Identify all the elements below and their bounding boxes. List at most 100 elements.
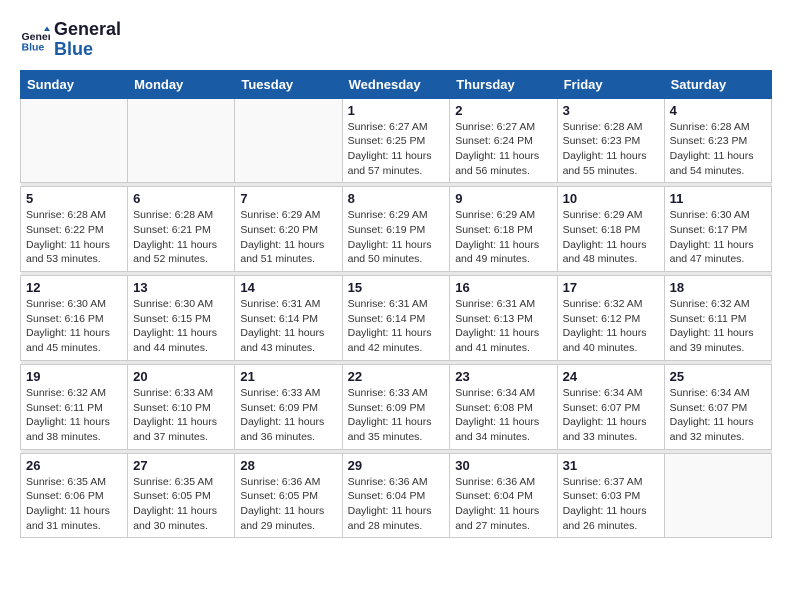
day-info: Sunrise: 6:32 AM Sunset: 6:11 PM Dayligh… [26,386,122,445]
calendar-cell: 8 Sunrise: 6:29 AM Sunset: 6:19 PM Daylig… [342,187,450,272]
day-number: 9 [455,191,551,206]
svg-text:Blue: Blue [22,41,45,53]
header-sunday: Sunday [21,70,128,98]
day-number: 31 [563,458,659,473]
day-info: Sunrise: 6:29 AM Sunset: 6:19 PM Dayligh… [348,208,445,267]
day-info: Sunrise: 6:33 AM Sunset: 6:09 PM Dayligh… [348,386,445,445]
day-info: Sunrise: 6:36 AM Sunset: 6:04 PM Dayligh… [455,475,551,534]
calendar-cell: 23 Sunrise: 6:34 AM Sunset: 6:08 PM Dayli… [450,364,557,449]
day-info: Sunrise: 6:37 AM Sunset: 6:03 PM Dayligh… [563,475,659,534]
day-number: 23 [455,369,551,384]
calendar-cell: 2 Sunrise: 6:27 AM Sunset: 6:24 PM Daylig… [450,98,557,183]
calendar-cell: 30 Sunrise: 6:36 AM Sunset: 6:04 PM Dayli… [450,453,557,538]
header-monday: Monday [128,70,235,98]
calendar-cell: 20Sunrise: 6:33 AM Sunset: 6:10 PM Dayli… [128,364,235,449]
day-number: 25 [670,369,766,384]
day-info: Sunrise: 6:29 AM Sunset: 6:18 PM Dayligh… [563,208,659,267]
calendar-cell: 10 Sunrise: 6:29 AM Sunset: 6:18 PM Dayli… [557,187,664,272]
calendar-cell: 5 Sunrise: 6:28 AM Sunset: 6:22 PM Daylig… [21,187,128,272]
calendar-cell: 19 Sunrise: 6:32 AM Sunset: 6:11 PM Dayli… [21,364,128,449]
day-number: 11 [670,191,766,206]
calendar-week-1: 1 Sunrise: 6:27 AM Sunset: 6:25 PM Daylig… [21,98,772,183]
calendar-cell: 22 Sunrise: 6:33 AM Sunset: 6:09 PM Dayli… [342,364,450,449]
day-number: 30 [455,458,551,473]
day-number: 10 [563,191,659,206]
calendar: SundayMondayTuesdayWednesdayThursdayFrid… [20,70,772,539]
calendar-cell: 24 Sunrise: 6:34 AM Sunset: 6:07 PM Dayli… [557,364,664,449]
calendar-cell: 27 Sunrise: 6:35 AM Sunset: 6:05 PM Dayli… [128,453,235,538]
day-info: Sunrise: 6:31 AM Sunset: 6:13 PM Dayligh… [455,297,551,356]
day-number: 8 [348,191,445,206]
calendar-cell: 25Sunrise: 6:34 AM Sunset: 6:07 PM Dayli… [664,364,771,449]
day-info: Sunrise: 6:28 AM Sunset: 6:22 PM Dayligh… [26,208,122,267]
day-number: 4 [670,103,766,118]
day-number: 21 [240,369,336,384]
day-info: Sunrise: 6:28 AM Sunset: 6:23 PM Dayligh… [670,120,766,179]
calendar-cell: 26Sunrise: 6:35 AM Sunset: 6:06 PM Dayli… [21,453,128,538]
day-number: 5 [26,191,122,206]
day-info: Sunrise: 6:32 AM Sunset: 6:11 PM Dayligh… [670,297,766,356]
day-info: Sunrise: 6:30 AM Sunset: 6:17 PM Dayligh… [670,208,766,267]
logo-line1: General [54,19,121,39]
calendar-cell: 17Sunrise: 6:32 AM Sunset: 6:12 PM Dayli… [557,276,664,361]
day-info: Sunrise: 6:31 AM Sunset: 6:14 PM Dayligh… [240,297,336,356]
day-info: Sunrise: 6:35 AM Sunset: 6:06 PM Dayligh… [26,475,122,534]
header-thursday: Thursday [450,70,557,98]
header: General Blue General Blue [20,20,772,60]
day-number: 7 [240,191,336,206]
day-number: 17 [563,280,659,295]
day-info: Sunrise: 6:29 AM Sunset: 6:18 PM Dayligh… [455,208,551,267]
day-number: 12 [26,280,122,295]
day-info: Sunrise: 6:28 AM Sunset: 6:21 PM Dayligh… [133,208,229,267]
calendar-cell: 28Sunrise: 6:36 AM Sunset: 6:05 PM Dayli… [235,453,342,538]
calendar-week-4: 19 Sunrise: 6:32 AM Sunset: 6:11 PM Dayli… [21,364,772,449]
calendar-cell [128,98,235,183]
day-number: 24 [563,369,659,384]
day-number: 20 [133,369,229,384]
day-info: Sunrise: 6:36 AM Sunset: 6:04 PM Dayligh… [348,475,445,534]
calendar-cell: 6Sunrise: 6:28 AM Sunset: 6:21 PM Daylig… [128,187,235,272]
day-info: Sunrise: 6:35 AM Sunset: 6:05 PM Dayligh… [133,475,229,534]
calendar-cell: 11 Sunrise: 6:30 AM Sunset: 6:17 PM Dayli… [664,187,771,272]
day-number: 27 [133,458,229,473]
day-info: Sunrise: 6:34 AM Sunset: 6:08 PM Dayligh… [455,386,551,445]
calendar-cell: 12Sunrise: 6:30 AM Sunset: 6:16 PM Dayli… [21,276,128,361]
day-number: 29 [348,458,445,473]
day-number: 2 [455,103,551,118]
day-info: Sunrise: 6:34 AM Sunset: 6:07 PM Dayligh… [563,386,659,445]
calendar-cell [235,98,342,183]
day-number: 22 [348,369,445,384]
calendar-cell: 16 Sunrise: 6:31 AM Sunset: 6:13 PM Dayli… [450,276,557,361]
day-info: Sunrise: 6:27 AM Sunset: 6:24 PM Dayligh… [455,120,551,179]
header-wednesday: Wednesday [342,70,450,98]
calendar-week-5: 26Sunrise: 6:35 AM Sunset: 6:06 PM Dayli… [21,453,772,538]
calendar-cell: 29 Sunrise: 6:36 AM Sunset: 6:04 PM Dayli… [342,453,450,538]
day-info: Sunrise: 6:31 AM Sunset: 6:14 PM Dayligh… [348,297,445,356]
calendar-cell: 4 Sunrise: 6:28 AM Sunset: 6:23 PM Daylig… [664,98,771,183]
day-info: Sunrise: 6:28 AM Sunset: 6:23 PM Dayligh… [563,120,659,179]
calendar-cell: 18 Sunrise: 6:32 AM Sunset: 6:11 PM Dayli… [664,276,771,361]
header-saturday: Saturday [664,70,771,98]
day-info: Sunrise: 6:36 AM Sunset: 6:05 PM Dayligh… [240,475,336,534]
day-number: 19 [26,369,122,384]
day-info: Sunrise: 6:33 AM Sunset: 6:09 PM Dayligh… [240,386,336,445]
calendar-cell: 3Sunrise: 6:28 AM Sunset: 6:23 PM Daylig… [557,98,664,183]
header-tuesday: Tuesday [235,70,342,98]
day-number: 13 [133,280,229,295]
calendar-header-row: SundayMondayTuesdayWednesdayThursdayFrid… [21,70,772,98]
calendar-cell: 1 Sunrise: 6:27 AM Sunset: 6:25 PM Daylig… [342,98,450,183]
day-number: 14 [240,280,336,295]
calendar-cell: 13Sunrise: 6:30 AM Sunset: 6:15 PM Dayli… [128,276,235,361]
day-number: 1 [348,103,445,118]
calendar-week-2: 5 Sunrise: 6:28 AM Sunset: 6:22 PM Daylig… [21,187,772,272]
day-number: 18 [670,280,766,295]
calendar-week-3: 12Sunrise: 6:30 AM Sunset: 6:16 PM Dayli… [21,276,772,361]
day-number: 16 [455,280,551,295]
logo-icon: General Blue [20,25,50,55]
day-info: Sunrise: 6:29 AM Sunset: 6:20 PM Dayligh… [240,208,336,267]
calendar-cell: 14 Sunrise: 6:31 AM Sunset: 6:14 PM Dayli… [235,276,342,361]
day-number: 15 [348,280,445,295]
day-info: Sunrise: 6:27 AM Sunset: 6:25 PM Dayligh… [348,120,445,179]
logo: General Blue General Blue [20,20,121,60]
calendar-cell: 9 Sunrise: 6:29 AM Sunset: 6:18 PM Daylig… [450,187,557,272]
